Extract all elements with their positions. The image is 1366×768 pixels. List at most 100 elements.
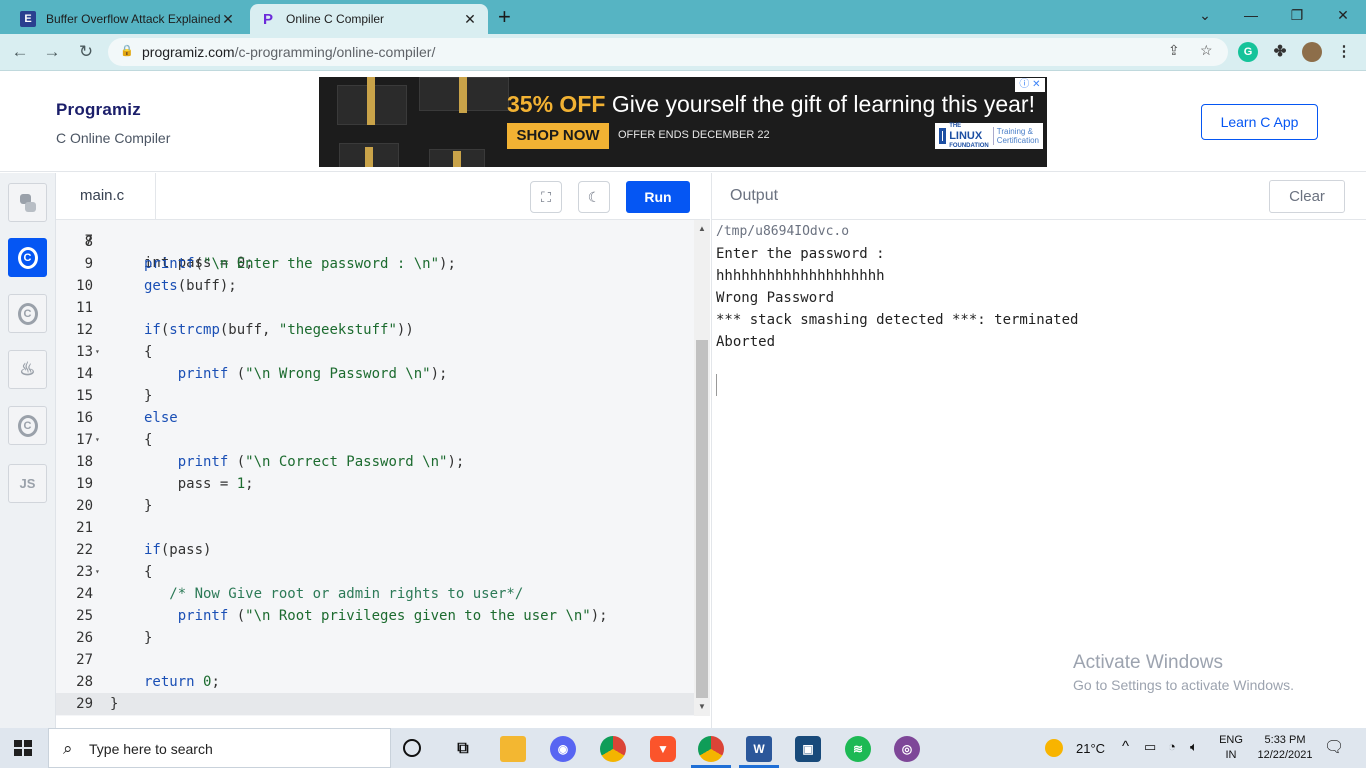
bookmark-star-icon[interactable]: ☆ (1200, 42, 1213, 59)
scroll-down-arrow-icon[interactable]: ▼ (698, 702, 706, 711)
browser-tab-online-compiler[interactable]: P Online C Compiler ✕ (250, 4, 488, 34)
csharp-language-button[interactable]: C (8, 406, 47, 445)
code-line[interactable]: 29} (56, 693, 694, 715)
editor-scrollbar[interactable]: ▲ ▼ (694, 220, 710, 716)
back-arrow-icon[interactable]: ← (8, 40, 32, 64)
tab-search-chevron-icon[interactable]: ⌄ (1182, 4, 1228, 26)
code-line[interactable]: 11 (56, 297, 694, 319)
cortana-icon[interactable] (403, 739, 421, 757)
fold-arrow-icon[interactable]: ▾ (95, 429, 100, 451)
code-line[interactable]: 25 printf ("\n Root privileges given to … (56, 605, 694, 627)
learn-c-app-button[interactable]: Learn C App (1201, 104, 1318, 140)
code-editor[interactable]: 7 int pass = 0; 8 9 printf("\n Enter the p… (56, 220, 694, 716)
code-line[interactable]: 28 return 0; (56, 671, 694, 693)
chrome-menu-icon[interactable]: ⋮ (1334, 42, 1354, 62)
c-language-button[interactable]: C (8, 238, 47, 277)
minimize-button[interactable]: — (1228, 4, 1274, 26)
code-line[interactable]: 13 ▾ { (56, 341, 694, 363)
spotify-icon[interactable]: ≋ (845, 736, 871, 762)
scroll-up-arrow-icon[interactable]: ▲ (698, 224, 706, 233)
line-number: 29 (76, 696, 93, 712)
java-language-button[interactable]: ♨ (8, 350, 47, 389)
virtualbox-icon[interactable]: ▣ (795, 736, 821, 762)
code-line[interactable]: 15} (56, 385, 694, 407)
grammarly-extension-icon[interactable]: G (1238, 42, 1258, 62)
code-line[interactable]: 24 /* Now Give root or admin rights to u… (56, 583, 694, 605)
code-line[interactable]: 16 else (56, 407, 694, 429)
clear-output-button[interactable]: Clear (1269, 180, 1345, 213)
tor-browser-icon[interactable]: ◎ (894, 736, 920, 762)
fold-arrow-icon[interactable]: ▾ (95, 341, 100, 363)
code-line[interactable]: 8 (56, 231, 694, 253)
run-button[interactable]: Run (626, 181, 690, 213)
code-line[interactable]: 26} (56, 627, 694, 649)
chrome-active-icon[interactable] (698, 736, 724, 762)
code-line[interactable]: 14 printf ("\n Wrong Password \n"); (56, 363, 694, 385)
editor-header: main.c ⛶ ☾ Run (56, 173, 710, 220)
notifications-icon[interactable]: 🗨︎ (1324, 737, 1344, 757)
code-line[interactable]: 22 if(pass) (56, 539, 694, 561)
fullscreen-icon[interactable]: ⛶ (530, 181, 562, 213)
close-window-button[interactable]: ✕ (1320, 4, 1366, 26)
reload-icon[interactable]: ↻ (74, 40, 98, 64)
code-line[interactable]: 20} (56, 495, 694, 517)
restore-button[interactable]: ❐ (1274, 4, 1320, 26)
code-line[interactable]: 17 ▾ { (56, 429, 694, 451)
profile-avatar[interactable] (1302, 42, 1322, 62)
extensions-puzzle-icon[interactable]: ✤ (1270, 42, 1290, 62)
ad-headline: 35% OFF Give yourself the gift of learni… (507, 91, 1035, 118)
code-line[interactable]: 9 printf("\n Enter the password : \n"); (56, 253, 694, 275)
chrome-icon[interactable] (600, 736, 626, 762)
task-view-icon[interactable]: ⧉ (450, 736, 476, 762)
language-indicator[interactable]: ENG IN (1216, 733, 1246, 763)
clock[interactable]: 5:33 PM 12/22/2021 (1250, 733, 1320, 763)
tab-favicon-icon: E (20, 11, 36, 27)
code-line[interactable]: 10 gets(buff); (56, 275, 694, 297)
line-number: 16 (76, 410, 93, 426)
scrollbar-thumb[interactable] (696, 340, 708, 698)
file-tab-main-c[interactable]: main.c (56, 173, 156, 220)
word-icon[interactable]: W (746, 736, 772, 762)
discord-icon[interactable]: ◉ (550, 736, 576, 762)
code-line[interactable]: 21 (56, 517, 694, 539)
dark-mode-moon-icon[interactable]: ☾ (578, 181, 610, 213)
brave-icon[interactable]: ▼ (650, 736, 676, 762)
line-text: else (144, 410, 178, 426)
line-number: 23 (76, 564, 93, 580)
cpp-language-button[interactable]: C (8, 294, 47, 333)
code-line[interactable]: 23 ▾ { (56, 561, 694, 583)
watermark-subtitle: Go to Settings to activate Windows. (1073, 677, 1294, 693)
python-language-button[interactable] (8, 183, 47, 222)
forward-arrow-icon[interactable]: → (40, 40, 64, 64)
volume-icon[interactable]: 🔈︎ (1190, 739, 1198, 755)
share-icon[interactable]: ⇪ (1168, 42, 1180, 59)
address-bar[interactable]: 🔒 programiz.com/c-programming/online-com… (108, 38, 1228, 66)
new-tab-button[interactable]: + (498, 5, 511, 29)
tab-close-icon[interactable]: ✕ (220, 11, 236, 28)
advertisement-banner[interactable]: 35% OFF Give yourself the gift of learni… (319, 77, 1047, 167)
browser-tab-buffer-overflow[interactable]: E Buffer Overflow Attack Explained ✕ (10, 4, 246, 34)
line-text: } (144, 630, 153, 646)
code-line[interactable]: 19 pass = 1; (56, 473, 694, 495)
tab-close-icon[interactable]: ✕ (462, 11, 478, 28)
weather-sun-icon[interactable] (1045, 739, 1063, 757)
code-line[interactable]: 27 (56, 649, 694, 671)
windows-start-icon[interactable] (14, 740, 32, 756)
line-text: pass = 1; (144, 476, 254, 492)
programiz-logo[interactable]: Programiz (56, 100, 141, 120)
weather-temperature[interactable]: 21°C (1076, 741, 1105, 756)
code-line[interactable]: 18 printf ("\n Correct Password \n"); (56, 451, 694, 473)
shop-now-button[interactable]: SHOP NOW (507, 123, 609, 149)
language-code: ENG (1219, 734, 1243, 746)
cpp-icon: C (17, 302, 38, 325)
js-language-button[interactable]: JS (8, 464, 47, 503)
battery-icon[interactable]: ▭ (1144, 739, 1156, 755)
file-explorer-icon[interactable] (500, 736, 526, 762)
taskbar-search-box[interactable]: ⌕ Type here to search (48, 728, 391, 768)
tray-chevron-icon[interactable]: ^ (1122, 738, 1129, 755)
line-text: /* Now Give root or admin rights to user… (144, 586, 524, 602)
ad-choices-close-icon[interactable]: ⓘ ✕ (1015, 78, 1045, 92)
code-line[interactable]: 12 if(strcmp(buff, "thegeekstuff")) (56, 319, 694, 341)
fold-arrow-icon[interactable]: ▾ (95, 561, 100, 583)
wifi-icon[interactable]: ◔ (1168, 739, 1176, 754)
